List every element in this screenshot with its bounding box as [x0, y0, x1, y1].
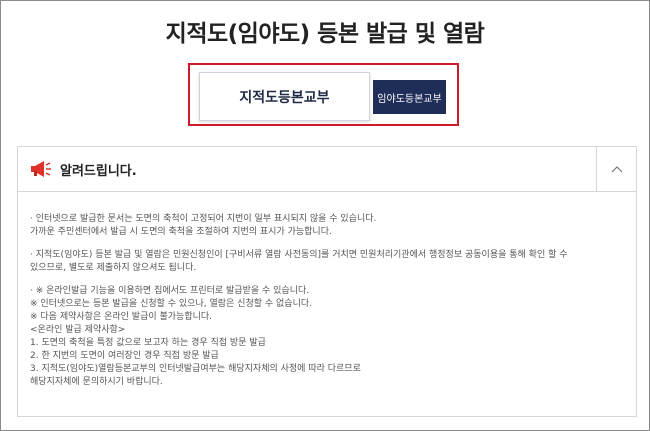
- notice-body: · 인터넷으로 발급한 문서는 도면의 축척이 고정되어 지번이 일부 표시되지…: [30, 213, 630, 399]
- notice-panel: 알려드립니다. · 인터넷으로 발급한 문서는 도면의 축척이 고정되어 지번이…: [17, 146, 637, 417]
- notice-title: 알려드립니다.: [60, 164, 137, 179]
- page-title: 지적도(임야도) 등본 발급 및 열람: [165, 21, 485, 47]
- forest-map-certificate-tab[interactable]: 임야도등본교부: [373, 80, 446, 114]
- notice-line: <온라인 발급 제약사항>: [30, 325, 126, 335]
- collapse-toggle-button[interactable]: [596, 147, 636, 191]
- notice-line: 있으므로, 별도로 제출하지 않으셔도 됩니다.: [30, 263, 197, 273]
- notice-line: · 인터넷으로 발급한 문서는 도면의 축척이 고정되어 지번이 일부 표시되지…: [30, 214, 377, 224]
- notice-paragraph: · 지적도(임야도) 등본 발급 및 열람은 민원신청인이 [구비서류 열람 사…: [30, 249, 630, 275]
- notice-line: 2. 한 지번의 도면이 여러장인 경우 직접 방문 발급: [30, 351, 219, 361]
- notice-paragraph: · ※ 온라인발급 기능을 이용하면 집에서도 프린터로 발급받을 수 있습니다…: [30, 285, 630, 389]
- notice-line: · ※ 온라인발급 기능을 이용하면 집에서도 프린터로 발급받을 수 있습니다…: [30, 286, 310, 296]
- notice-line: · 지적도(임야도) 등본 발급 및 열람은 민원신청인이 [구비서류 열람 사…: [30, 250, 568, 260]
- notice-line: 1. 도면의 축척을 특정 값으로 보고자 하는 경우 직접 방문 발급: [30, 338, 266, 348]
- notice-line: 3. 지적도(임야도)열람등본교부의 인터넷발급여부는 해당지자체의 사정에 따…: [30, 364, 361, 374]
- notice-header: 알려드립니다.: [18, 147, 636, 192]
- notice-line: ※ 다음 제약사항은 온라인 발급이 불가능합니다.: [30, 312, 213, 322]
- notice-line: 해당지자체에 문의하시기 바랍니다.: [30, 377, 163, 387]
- notice-paragraph: · 인터넷으로 발급한 문서는 도면의 축척이 고정되어 지번이 일부 표시되지…: [30, 213, 630, 239]
- notice-line: ※ 인터넷으로는 등본 발급을 신청할 수 있으나, 열람은 신청할 수 없습니…: [30, 299, 312, 309]
- chevron-up-icon: [611, 166, 622, 173]
- megaphone-icon: [31, 161, 51, 177]
- notice-line: 가까운 주민센터에서 발급 시 도면의 축척을 조절하여 지번의 표시가 가능합…: [30, 227, 332, 237]
- tab-highlight-box: 지적도등본교부 임야도등본교부: [188, 63, 459, 126]
- cadastral-map-certificate-tab[interactable]: 지적도등본교부: [199, 72, 370, 121]
